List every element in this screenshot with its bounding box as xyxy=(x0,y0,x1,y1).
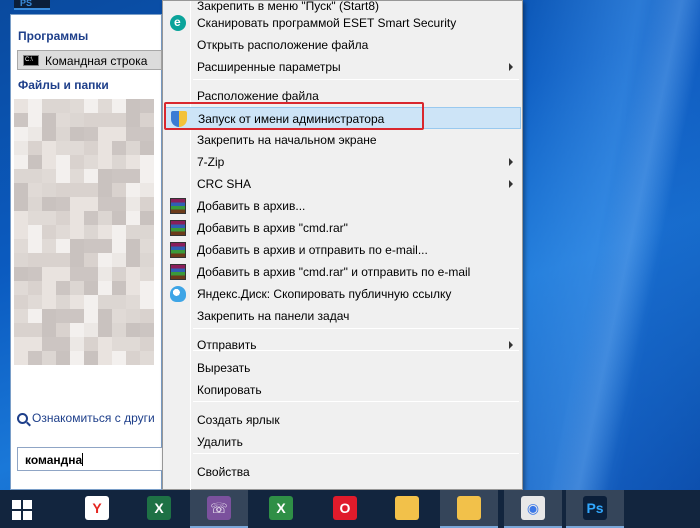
menu-item[interactable]: CRC SHA xyxy=(165,173,521,195)
highlight-frame xyxy=(164,102,424,130)
command-prompt-result[interactable]: Командная строка xyxy=(17,50,162,70)
menu-item[interactable]: Создать ярлык xyxy=(165,409,521,431)
menu-item-label: Открыть расположение файла xyxy=(197,38,369,52)
chrome-icon: ◉ xyxy=(521,496,545,520)
menu-separator xyxy=(193,401,519,402)
submenu-arrow-icon xyxy=(509,341,513,349)
windows-logo-icon xyxy=(12,500,32,520)
submenu-arrow-icon xyxy=(509,63,513,71)
menu-item-label: Копировать xyxy=(197,383,262,397)
menu-item[interactable]: Яндекс.Диск: Скопировать публичную ссылк… xyxy=(165,283,521,305)
menu-item[interactable]: Добавить в архив и отправить по e-mail..… xyxy=(165,239,521,261)
menu-item-label: Вырезать xyxy=(197,361,251,375)
photoshop-icon: Ps xyxy=(583,496,607,520)
see-more-results-link[interactable]: Ознакомиться с други xyxy=(17,411,155,425)
programs-heading: Программы xyxy=(18,29,89,43)
menu-item-label: Сканировать программой ESET Smart Securi… xyxy=(197,16,457,30)
menu-item[interactable]: Добавить в архив "cmd.rar" и отправить п… xyxy=(165,261,521,283)
taskbar-button[interactable]: Y xyxy=(68,490,126,528)
start-menu: Программы Командная строка Файлы и папки… xyxy=(10,14,163,490)
eset-icon xyxy=(170,15,186,31)
menu-item[interactable]: Свойства xyxy=(165,461,521,483)
menu-item[interactable]: Расширенные параметры xyxy=(165,56,521,78)
menu-item[interactable]: Добавить в архив "cmd.rar" xyxy=(165,217,521,239)
menu-item-label: 7-Zip xyxy=(197,155,225,169)
menu-item[interactable]: 7-Zip xyxy=(165,151,521,173)
explorer-folder-icon xyxy=(457,496,481,520)
start-search-input[interactable]: командна xyxy=(17,447,163,471)
yandex-disk-icon xyxy=(170,286,186,302)
menu-item-label: Добавить в архив... xyxy=(197,199,306,213)
menu-item[interactable]: Отправить xyxy=(165,334,521,356)
menu-item-label: Отправить xyxy=(197,338,257,352)
menu-item-label: Добавить в архив и отправить по e-mail..… xyxy=(197,243,428,257)
winrar-icon xyxy=(170,220,186,236)
viber-icon: ☏ xyxy=(207,496,231,520)
taskbar-button[interactable]: X xyxy=(252,490,310,528)
result-label: Командная строка xyxy=(45,54,148,68)
menu-item[interactable]: Закрепить на панели задач xyxy=(165,305,521,327)
menu-item-label: Добавить в архив "cmd.rar" xyxy=(197,221,348,235)
menu-item-label: Свойства xyxy=(197,465,250,479)
winrar-icon xyxy=(170,264,186,280)
command-prompt-icon xyxy=(23,55,39,66)
explorer-folder-icon xyxy=(395,496,419,520)
menu-item[interactable]: Сканировать программой ESET Smart Securi… xyxy=(165,12,521,34)
taskbar-button[interactable] xyxy=(440,490,498,528)
menu-item[interactable]: Закрепить на начальном экране xyxy=(165,129,521,151)
taskbar-button[interactable]: O xyxy=(316,490,374,528)
excel-icon: X xyxy=(147,496,171,520)
taskbar-button[interactable]: X xyxy=(130,490,188,528)
taskbar-button[interactable]: ◉ xyxy=(504,490,562,528)
files-heading: Файлы и папки xyxy=(18,78,109,92)
menu-item-label: Расположение файла xyxy=(197,89,319,103)
taskbar: Y X ☏ X O ◉ Ps xyxy=(0,490,700,528)
submenu-arrow-icon xyxy=(509,158,513,166)
menu-item[interactable]: Добавить в архив... xyxy=(165,195,521,217)
menu-item-label: Создать ярлык xyxy=(197,413,280,427)
menu-item-label: Добавить в архив "cmd.rar" и отправить п… xyxy=(197,265,471,279)
winrar-icon xyxy=(170,198,186,214)
opera-icon: O xyxy=(333,496,357,520)
menu-separator xyxy=(193,328,519,329)
menu-item[interactable]: Копировать xyxy=(165,379,521,401)
menu-separator xyxy=(193,453,519,454)
menu-item-label: Закрепить на панели задач xyxy=(197,309,350,323)
menu-item-label: Удалить xyxy=(197,435,243,449)
taskbar-button[interactable]: ☏ xyxy=(190,490,248,528)
winrar-icon xyxy=(170,242,186,258)
menu-item[interactable]: Открыть расположение файла xyxy=(165,34,521,56)
blurred-file-list xyxy=(14,99,162,369)
excel-sheet-icon: X xyxy=(269,496,293,520)
menu-item[interactable]: Вырезать xyxy=(165,357,521,379)
taskbar-button[interactable] xyxy=(378,490,436,528)
context-menu: Закрепить в меню "Пуск" (Start8)Сканиров… xyxy=(162,0,523,491)
search-value: командна xyxy=(25,453,83,467)
menu-item-label: Расширенные параметры xyxy=(197,60,341,74)
desktop-photoshop-icon[interactable]: PS xyxy=(14,0,50,10)
menu-item-label: CRC SHA xyxy=(197,177,252,191)
taskbar-button[interactable]: Ps xyxy=(566,490,624,528)
menu-separator xyxy=(193,79,519,80)
menu-item[interactable]: Удалить xyxy=(165,431,521,453)
yandex-browser-icon: Y xyxy=(85,496,109,520)
submenu-arrow-icon xyxy=(509,180,513,188)
menu-item-label: Яндекс.Диск: Скопировать публичную ссылк… xyxy=(197,287,452,301)
search-icon xyxy=(17,412,28,424)
start-button[interactable] xyxy=(0,490,58,528)
menu-item-label: Закрепить на начальном экране xyxy=(197,133,377,147)
